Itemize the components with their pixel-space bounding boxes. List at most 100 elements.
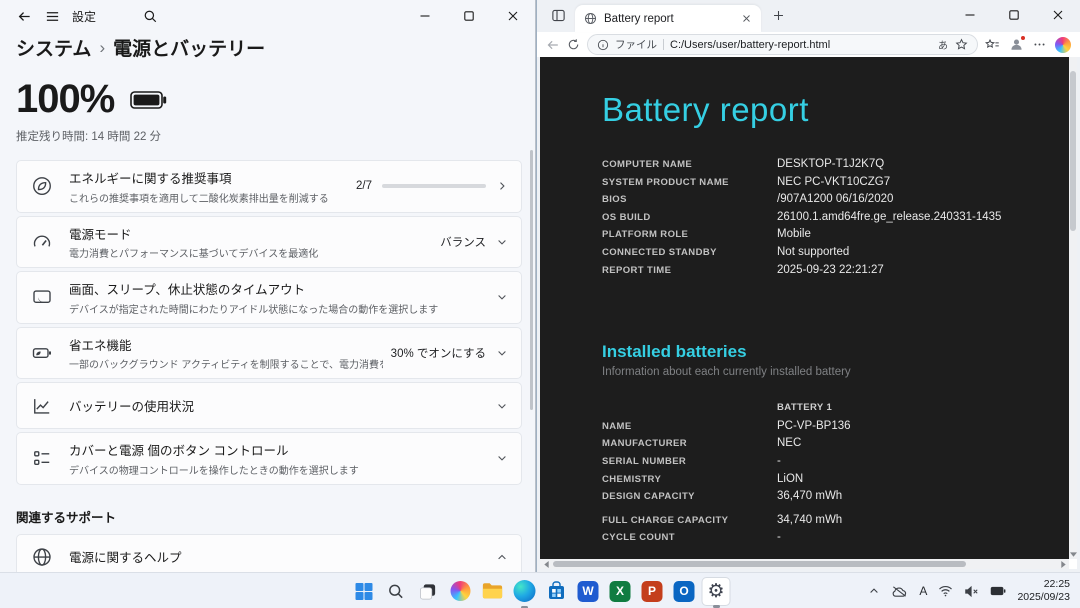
card-right: [496, 291, 508, 303]
word-button[interactable]: W: [574, 577, 603, 606]
card-power-mode[interactable]: 電源モード 電力消費とパフォーマンスに基づいてデバイスを最適化 バランス: [16, 215, 522, 268]
horizontal-scrollbar[interactable]: [540, 559, 1069, 569]
taskbar-clock[interactable]: 22:25 2025/09/23: [1017, 578, 1070, 604]
installed-batteries-section: Installed batteries Information about ea…: [602, 342, 1069, 549]
card-title: 画面、スリープ、休止状態のタイムアウト: [69, 283, 306, 297]
search-icon[interactable]: [136, 2, 164, 30]
edge-tabstrip: Battery report: [537, 0, 1080, 32]
maximize-icon[interactable]: [447, 0, 491, 32]
address-bar[interactable]: ファイル C:/Users/user/battery-report.html あ: [587, 34, 978, 55]
powerpoint-button[interactable]: P: [638, 577, 667, 606]
word-icon: W: [577, 580, 599, 602]
card-battery-usage[interactable]: バッテリーの使用状況: [16, 382, 522, 429]
card-subtitle: デバイスが指定された時間にわたりアイドル状態になった場合の動作を選択します: [69, 304, 439, 316]
tab-battery-report[interactable]: Battery report: [575, 5, 761, 32]
card-energy-saver[interactable]: 省エネ機能 一部のバックグラウンド アクティビティを制限することで、電力消費を削…: [16, 326, 522, 379]
edge-toolbar: ファイル C:/Users/user/battery-report.html あ: [537, 32, 1080, 57]
more-menu-icon[interactable]: [1033, 38, 1046, 51]
globe-favicon: [584, 12, 597, 25]
hamburger-menu-icon[interactable]: [38, 2, 66, 30]
battery-report: Battery report COMPUTER NAME DESKTOP-T1J2…: [540, 57, 1069, 549]
search-icon: [388, 583, 405, 600]
edge-button[interactable]: [510, 577, 539, 608]
start-button[interactable]: [350, 577, 379, 606]
row-value: Mobile: [777, 228, 811, 241]
row-label: CYCLE COUNT: [602, 532, 676, 544]
scrollbar-thumb[interactable]: [553, 561, 966, 567]
settings-button-active[interactable]: ⚙: [701, 576, 731, 608]
card-subtitle: 電力消費とパフォーマンスに基づいてデバイスを最適化: [69, 249, 319, 260]
recommendations-count: 2/7: [356, 180, 372, 193]
scroll-right-arrow-icon[interactable]: [1057, 560, 1069, 568]
url-text[interactable]: C:/Users/user/battery-report.html: [670, 39, 932, 51]
excel-button[interactable]: X: [606, 577, 635, 606]
file-explorer-button[interactable]: [478, 577, 507, 606]
new-tab-icon[interactable]: [765, 2, 791, 28]
battery-percent: 100%: [16, 77, 115, 121]
favorite-star-icon[interactable]: [955, 38, 968, 51]
tray-chevron-up-icon[interactable]: [868, 585, 880, 597]
minimize-icon[interactable]: [948, 0, 992, 30]
store-button[interactable]: [542, 577, 571, 606]
close-icon[interactable]: [491, 0, 535, 32]
card-energy-recommendations[interactable]: エネルギーに関する推奨事項 これらの推奨事項を適用して二酸化炭素排出量を削減する…: [16, 160, 522, 213]
battery-tray-icon[interactable]: [990, 585, 1006, 597]
battery-column-header: BATTERY 1: [777, 402, 833, 414]
windows-logo-icon: [355, 582, 373, 600]
toolbar-right-icons: [985, 35, 1071, 53]
system-tray: A 22:25 2025/09/23: [868, 573, 1080, 608]
outlook-button[interactable]: O: [670, 577, 699, 606]
section-subtitle: Information about each currently install…: [602, 366, 851, 379]
vertical-scrollbar[interactable]: [1069, 57, 1077, 559]
volume-muted-icon[interactable]: [964, 585, 979, 598]
table-row: BATTERY 1: [602, 402, 1069, 420]
taskbar-search-button[interactable]: [382, 577, 411, 606]
scroll-left-arrow-icon[interactable]: [540, 560, 552, 568]
onedrive-cloud-icon[interactable]: [891, 585, 908, 598]
minimize-icon[interactable]: [403, 0, 447, 32]
card-screen-sleep-timeouts[interactable]: 画面、スリープ、休止状態のタイムアウト デバイスが指定された時間にわたりアイドル…: [16, 271, 522, 324]
copilot-button[interactable]: [446, 577, 475, 606]
controls-list-icon: [32, 448, 54, 468]
row-label: NAME: [602, 420, 632, 432]
tab-close-icon[interactable]: [738, 11, 754, 27]
battery-report-page: Battery report COMPUTER NAME DESKTOP-T1J2…: [540, 57, 1069, 559]
close-icon[interactable]: [1036, 0, 1080, 30]
favorites-bar-icon[interactable]: [985, 38, 1000, 52]
maximize-icon[interactable]: [992, 0, 1036, 30]
profile-avatar[interactable]: [1009, 35, 1026, 52]
edge-content-area: Battery report COMPUTER NAME DESKTOP-T1J2…: [540, 57, 1077, 569]
row-label: SERIAL NUMBER: [602, 455, 687, 467]
power-help-header[interactable]: 電源に関するヘルプ: [17, 535, 521, 573]
powerpoint-icon: P: [641, 580, 663, 602]
table-row: FULL CHARGE CAPACITY 34,740 mWh: [602, 514, 1069, 532]
usage-chart-icon: [32, 396, 54, 416]
task-view-button[interactable]: [414, 577, 443, 606]
row-label: DESIGN CAPACITY: [602, 491, 695, 503]
card-text: 画面、スリープ、休止状態のタイムアウト デバイスが指定された時間にわたりアイドル…: [69, 279, 488, 316]
chevron-down-icon: [496, 291, 508, 303]
refresh-icon[interactable]: [567, 38, 580, 51]
breadcrumb-parent[interactable]: システム: [16, 34, 91, 61]
copilot-icon[interactable]: [1055, 36, 1071, 53]
ime-mode-indicator[interactable]: A: [919, 584, 927, 598]
tab-actions-icon[interactable]: [545, 2, 571, 28]
translate-icon[interactable]: あ: [938, 37, 948, 52]
card-right: [496, 551, 508, 563]
table-row: CHEMISTRY LiON: [602, 473, 1069, 491]
row-label: MANUFACTURER: [602, 438, 688, 450]
task-view-icon: [420, 583, 436, 599]
scroll-down-arrow-icon[interactable]: [1069, 552, 1077, 557]
settings-scrollbar[interactable]: [530, 150, 533, 410]
scrollbar-thumb[interactable]: [1070, 71, 1076, 231]
table-row: REPORT TIME 2025-09-23 22:21:27: [602, 264, 1069, 282]
table-row: CONNECTED STANDBY Not supported: [602, 246, 1069, 264]
info-icon[interactable]: [597, 39, 609, 51]
back-icon[interactable]: [10, 2, 38, 30]
row-value: -: [777, 531, 781, 544]
taskbar: W X P O ⚙ A 22:25 2025/09/23: [0, 572, 1080, 608]
back-icon[interactable]: [546, 38, 560, 52]
card-lid-power-button-controls[interactable]: カバーと電源 個のボタン コントロール デバイスの物理コントロールを操作したとき…: [16, 432, 522, 485]
wifi-icon[interactable]: [938, 585, 953, 597]
section-heading: Installed batteries: [602, 342, 747, 362]
